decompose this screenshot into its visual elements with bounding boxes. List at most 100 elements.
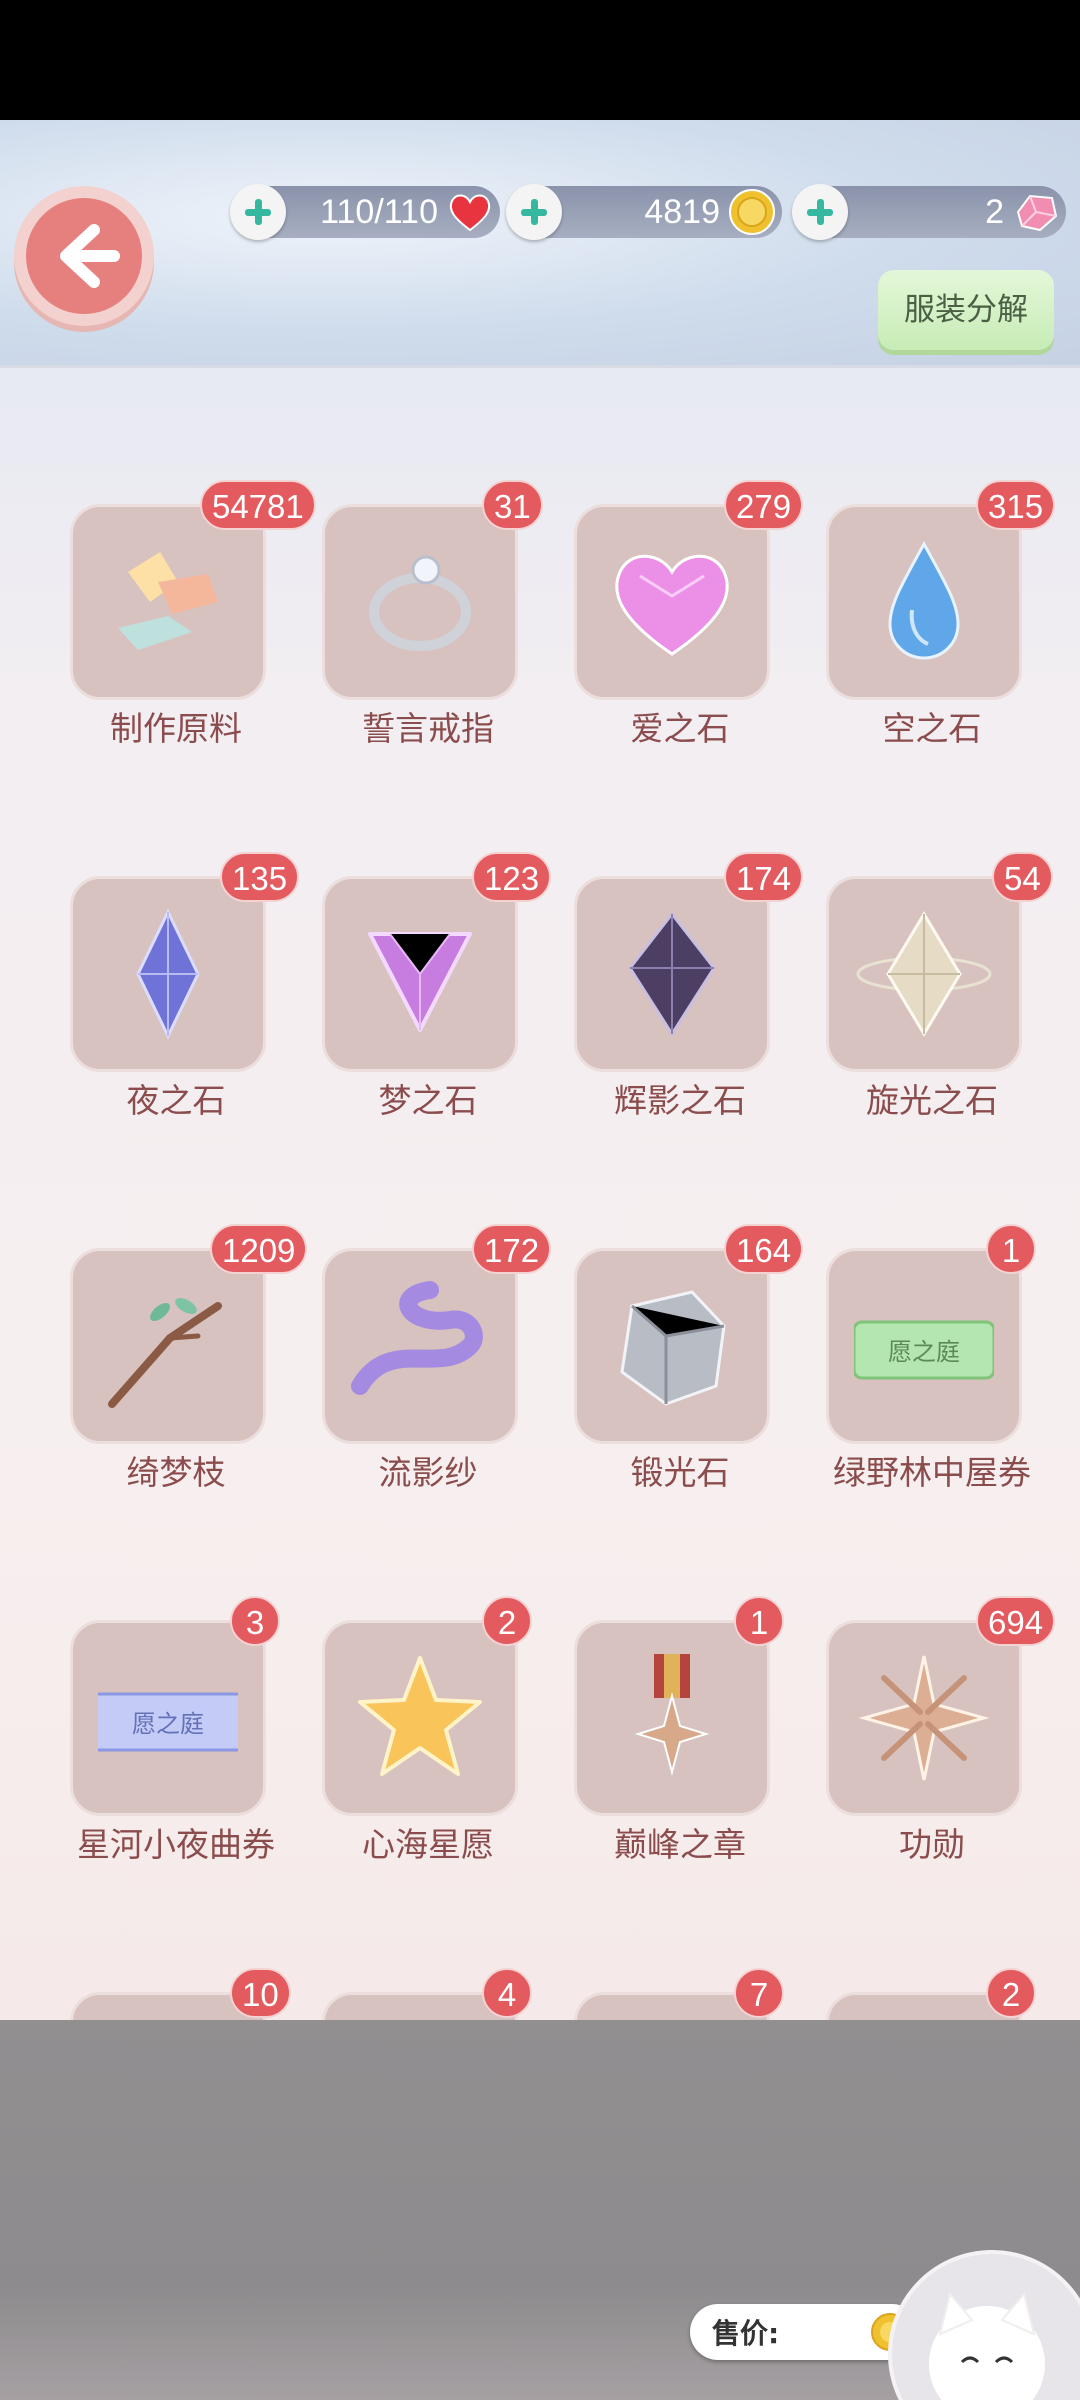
green-ticket-icon: 愿之庭 [854,1320,994,1380]
item-cell[interactable]: 135 夜之石 [50,852,302,1166]
ring-icon [369,555,471,651]
item-tile [574,1620,770,1816]
item-cell[interactable]: 2 心海星愿 [302,1596,554,1910]
item-count-badge: 1 [986,1224,1036,1274]
item-cell[interactable]: 54781 制作原料 [50,480,316,794]
item-name: 绮梦枝 [126,1453,226,1492]
item-cell[interactable]: 愿之庭 1 绿野林中屋券 [806,1224,1058,1538]
add-gold-button[interactable] [506,184,562,240]
add-stamina-button[interactable] [230,184,286,240]
pink-diamond-icon [1016,194,1058,232]
item-count-badge: 1 [734,1596,784,1646]
cat-mascot-avatar[interactable] [888,2250,1080,2400]
item-cell[interactable]: 174 辉影之石 [554,852,806,1166]
inventory-screen: 110/110 4819 2 服装分解 54781 制作原料 31 誓言戒指 2… [0,120,1080,2400]
item-name: 星河小夜曲券 [77,1825,275,1864]
item-count-badge: 31 [482,480,543,530]
heart-icon [449,194,491,232]
item-name: 爱之石 [630,709,730,748]
item-name: 流影纱 [378,1453,478,1492]
heart-gem-icon [615,554,729,656]
item-cell[interactable]: 1209 绮梦枝 [50,1224,308,1538]
item-count-badge: 1209 [210,1224,308,1274]
item-tile [574,1248,770,1444]
diamond-counter: 2 [792,184,1066,240]
add-diamond-button[interactable] [792,184,848,240]
gold-coin-icon [729,189,775,235]
lucky-cat-icon [929,2291,1045,2400]
orbit-crystal-icon [856,911,992,1037]
item-cell[interactable]: 1 巅峰之章 [554,1596,806,1910]
item-cell[interactable]: 31 誓言戒指 [302,480,554,794]
item-cell[interactable]: 愿之庭 3 星河小夜曲券 [50,1596,302,1910]
item-count-badge: 279 [724,480,804,530]
branch-icon [108,1298,222,1408]
back-button[interactable] [14,186,154,326]
item-name: 辉影之石 [614,1081,746,1120]
item-name: 锻光石 [630,1453,730,1492]
item-tile [826,504,1022,700]
merit-star-icon [858,1655,990,1781]
item-name: 旋光之石 [866,1081,998,1120]
item-cell[interactable]: 54 旋光之石 [806,852,1058,1166]
item-cell[interactable]: 123 梦之石 [302,852,554,1166]
item-tile [70,504,266,700]
item-cell[interactable]: 279 爱之石 [554,480,806,794]
item-name: 梦之石 [378,1081,478,1120]
item-count-badge: 54781 [200,480,316,530]
item-tile [70,876,266,1072]
item-count-badge: 164 [724,1224,804,1274]
star-icon [358,1656,482,1776]
blue-ticket-icon: 愿之庭 [98,1692,238,1752]
status-bar [0,0,1080,120]
item-tile [574,504,770,700]
item-count-badge: 135 [220,852,300,902]
item-count-badge: 174 [724,852,804,902]
gold-value: 4819 [644,193,720,231]
item-count-badge: 10 [230,1968,291,2018]
item-count-badge: 2 [482,1596,532,1646]
item-tile [70,1248,266,1444]
item-tile: 愿之庭 [826,1248,1022,1444]
shadow-crystal-icon [628,911,716,1037]
item-name: 空之石 [882,709,982,748]
item-tile [322,876,518,1072]
item-count-badge: 3 [230,1596,280,1646]
item-cell[interactable]: 164 锻光石 [554,1224,806,1538]
blue-drop-gem-icon [888,540,960,660]
item-name: 夜之石 [126,1081,226,1120]
item-count-badge: 172 [472,1224,552,1274]
ticket-text: 愿之庭 [888,1338,960,1366]
dream-gem-icon [368,932,472,1032]
item-cell[interactable]: 172 流影纱 [302,1224,554,1538]
item-tile [322,504,518,700]
night-crystal-icon [136,908,200,1040]
gold-counter: 4819 [506,184,782,240]
item-count-badge: 123 [472,852,552,902]
header: 110/110 4819 2 服装分解 [0,120,1080,368]
ribbon-icon [351,1281,483,1395]
arrow-left-icon [60,224,120,288]
ticket-text: 愿之庭 [132,1710,204,1738]
item-tile [322,1248,518,1444]
item-tile [574,876,770,1072]
item-cell[interactable]: 315 空之石 [806,480,1058,794]
stamina-value: 110/110 [320,193,438,231]
item-count-badge: 4 [482,1968,532,2018]
item-tile [322,1620,518,1816]
stamina-counter: 110/110 [230,184,500,240]
item-count-badge: 54 [992,852,1053,902]
item-tile [826,1620,1022,1816]
item-name: 功勋 [899,1825,965,1864]
item-cell[interactable]: 694 功勋 [806,1596,1058,1910]
item-count-badge: 7 [734,1968,784,2018]
item-name: 心海星愿 [362,1825,494,1864]
disassemble-button[interactable]: 服装分解 [878,270,1054,350]
item-tile [826,876,1022,1072]
diamond-value: 2 [985,193,1004,231]
medal-icon [634,1654,710,1776]
fabric-scraps-icon [118,552,218,650]
item-tile: 愿之庭 [70,1620,266,1816]
item-name: 绿野林中屋券 [833,1453,1031,1492]
item-name: 制作原料 [110,709,242,748]
